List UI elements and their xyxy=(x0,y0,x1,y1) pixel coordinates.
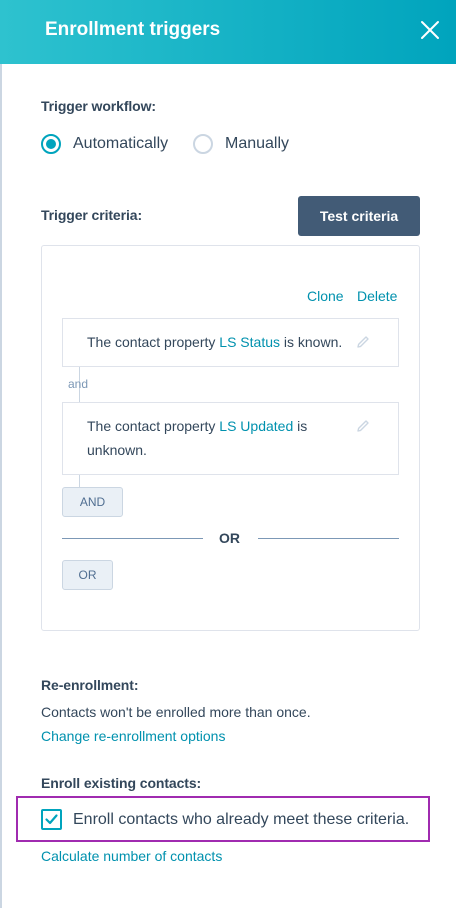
close-icon[interactable] xyxy=(416,16,444,44)
filter-suffix-line2: unknown. xyxy=(87,442,147,458)
delete-link[interactable]: Delete xyxy=(357,288,397,304)
enroll-existing-checkbox[interactable] xyxy=(41,809,62,830)
panel-header: Enrollment triggers xyxy=(0,0,456,64)
panel-title: Enrollment triggers xyxy=(45,19,221,40)
trigger-workflow-label: Trigger workflow: xyxy=(41,98,156,114)
or-divider-right xyxy=(258,538,399,539)
change-re-enrollment-link[interactable]: Change re-enrollment options xyxy=(41,728,225,744)
radio-automatically[interactable] xyxy=(41,134,61,154)
radio-manually-label[interactable]: Manually xyxy=(225,135,289,153)
filter-suffix: is xyxy=(293,418,308,434)
or-divider-left xyxy=(62,538,203,539)
or-button[interactable]: OR xyxy=(62,560,113,590)
re-enrollment-label: Re-enrollment: xyxy=(41,677,139,693)
and-connector-line xyxy=(79,474,80,487)
radio-manually[interactable] xyxy=(193,134,213,154)
and-connector-text: and xyxy=(68,377,89,391)
test-criteria-button[interactable]: Test criteria xyxy=(298,196,420,236)
clone-link[interactable]: Clone xyxy=(307,288,344,304)
filter-text: The contact property LS Updated is unknow… xyxy=(87,414,307,462)
filter-prefix: The contact property xyxy=(87,334,220,350)
filter-prefix: The contact property xyxy=(87,418,220,434)
filter-text: The contact property LS Status is known. xyxy=(87,330,342,354)
enroll-existing-label: Enroll existing contacts: xyxy=(41,775,202,791)
trigger-criteria-label: Trigger criteria: xyxy=(41,207,143,223)
filter-suffix: is known. xyxy=(280,334,343,350)
radio-automatically-label[interactable]: Automatically xyxy=(73,135,168,153)
check-icon xyxy=(45,814,58,825)
pencil-icon[interactable] xyxy=(355,418,371,434)
filter-property[interactable]: LS Updated xyxy=(219,418,293,434)
panel-left-edge xyxy=(0,64,2,908)
re-enrollment-description: Contacts won't be enrolled more than onc… xyxy=(41,704,311,720)
and-button[interactable]: AND xyxy=(62,487,123,517)
enroll-existing-checkbox-label[interactable]: Enroll contacts who already meet these c… xyxy=(73,811,409,829)
filter-card[interactable]: The contact property LS Status is known. xyxy=(62,318,399,367)
filter-property[interactable]: LS Status xyxy=(219,334,280,350)
filter-card[interactable]: The contact property LS Updated is unknow… xyxy=(62,402,399,475)
pencil-icon[interactable] xyxy=(355,334,371,350)
calculate-contacts-link[interactable]: Calculate number of contacts xyxy=(41,848,222,864)
or-divider-text: OR xyxy=(219,530,240,546)
